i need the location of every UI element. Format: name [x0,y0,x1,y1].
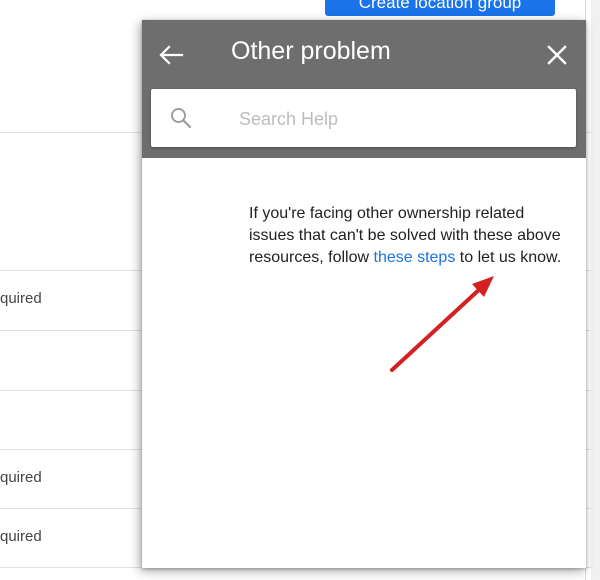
close-icon[interactable] [542,40,572,70]
article-text-end: to let us know. [455,249,562,266]
help-panel-header: Other problem [142,20,586,158]
page-scrollbar[interactable] [591,0,600,580]
create-location-group-button[interactable]: Create location group [325,0,555,16]
these-steps-link[interactable]: these steps [374,249,456,266]
row-status-text: quired [0,469,42,486]
help-article-body: If you're facing other ownership related… [249,203,571,269]
search-icon [169,106,193,130]
row-status-text: quired [0,528,42,545]
help-panel-title: Other problem [231,37,391,65]
row-status-text: quired [0,290,42,307]
search-box[interactable] [151,89,576,147]
arrow-left-icon[interactable] [156,40,186,70]
search-input[interactable] [237,103,561,135]
help-panel: Other problem If you're facing other own… [142,20,586,568]
